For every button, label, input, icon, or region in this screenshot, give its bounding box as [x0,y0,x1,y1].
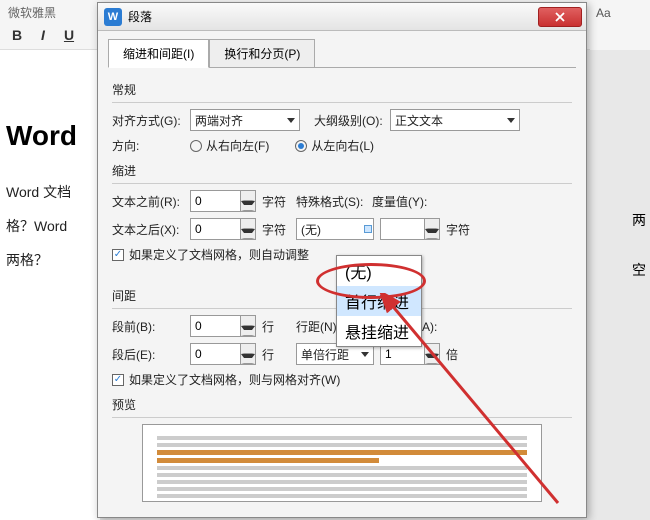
group-indent-label: 缩进 [112,162,572,179]
tab-indent-spacing[interactable]: 缩进和间距(I) [108,39,209,68]
indent-before-label: 文本之前(R): [112,193,184,210]
spin-down[interactable] [241,201,255,211]
special-label: 特殊格式(S): [296,193,366,210]
measure-input[interactable] [380,218,424,240]
indent-after-label: 文本之后(X): [112,221,184,238]
space-before-spinner[interactable] [190,315,256,337]
outline-combo[interactable]: 正文文本 [390,109,520,131]
dialog-titlebar[interactable]: W 段落 [98,3,586,31]
direction-label: 方向: [112,137,184,154]
preview-box [142,424,542,502]
spacing-grid-checkbox[interactable]: ✓ 如果定义了文档网格，则与网格对齐(W) [112,371,340,388]
dropdown-option-first-line-indent[interactable]: 首行缩进 [337,286,421,316]
dropdown-option-hanging-indent[interactable]: 悬挂缩进 [337,316,421,346]
app-icon: W [104,8,122,26]
special-format-dropdown[interactable]: (无) 首行缩进 悬挂缩进 [336,255,422,347]
indent-after-spinner[interactable] [190,218,256,240]
direction-ltr-radio[interactable]: 从左向右(L) [295,137,374,154]
close-icon [555,12,565,22]
indent-before-spinner[interactable] [190,190,256,212]
close-button[interactable] [538,7,582,27]
tab-line-page-breaks[interactable]: 换行和分页(P) [209,39,315,68]
chevron-down-icon [507,118,515,123]
indent-before-input[interactable] [190,190,240,212]
space-after-label: 段后(E): [112,346,184,363]
radio-icon [190,140,202,152]
measure-spinner[interactable] [380,218,440,240]
bold-button[interactable]: B [8,27,26,43]
alignment-combo[interactable]: 两端对齐 [190,109,300,131]
group-general-label: 常规 [112,81,572,98]
background-document: Word Word 文档 格？Word 两格？ [0,50,100,520]
special-format-combo[interactable]: (无) [296,218,374,240]
dialog-title: 段落 [128,8,538,25]
underline-button[interactable]: U [60,27,78,43]
radio-checked-icon [295,140,307,152]
measure-label: 度量值(Y): [372,193,430,210]
alignment-label: 对齐方式(G): [112,112,184,129]
paragraph-dialog: W 段落 缩进和间距(I) 换行和分页(P) 常规 对齐方式(G): 两端对齐 … [97,2,587,518]
chevron-down-icon [361,352,369,357]
space-before-label: 段前(B): [112,318,184,335]
space-after-spinner[interactable] [190,343,256,365]
italic-button[interactable]: I [34,27,52,43]
indent-grid-checkbox[interactable]: ✓ 如果定义了文档网格，则自动调整 [112,246,309,263]
checkbox-checked-icon: ✓ [112,374,124,386]
indent-after-input[interactable] [190,218,240,240]
chevron-down-icon [287,118,295,123]
direction-rtl-radio[interactable]: 从右向左(F) [190,137,269,154]
group-preview-label: 预览 [112,396,572,413]
outline-label: 大纲级别(O): [314,112,384,129]
checkbox-checked-icon: ✓ [112,249,124,261]
bg-right-panel: Aa [590,0,650,50]
dropdown-option-none[interactable]: (无) [337,256,421,286]
spin-up[interactable] [241,191,255,201]
doc-heading: Word [6,120,94,152]
chevron-down-icon [364,225,372,233]
